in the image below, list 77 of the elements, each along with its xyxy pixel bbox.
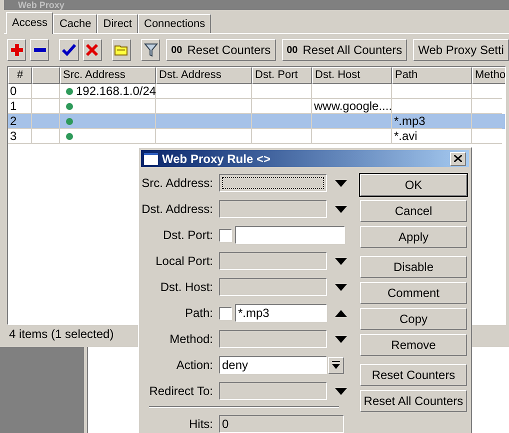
hits-field: 0 [219, 415, 344, 433]
dropdown-arrow-icon[interactable] [335, 206, 347, 212]
dialog-title: Web Proxy Rule <> [162, 150, 272, 168]
dropdown-arrow-icon[interactable] [335, 284, 347, 290]
window-icon [144, 152, 158, 164]
toolbar-button[interactable] [7, 39, 26, 61]
table-cell: *.avi [392, 129, 472, 144]
field-label: Dst. Address: [141, 201, 214, 218]
column-header[interactable]: # [8, 67, 32, 84]
dropdown-arrow-icon[interactable] [335, 258, 347, 264]
combo-field[interactable] [219, 200, 327, 218]
field-label: Src. Address: [141, 175, 214, 192]
dropdown-arrow-icon[interactable] [335, 180, 347, 186]
table-row[interactable]: 3 *.avi [8, 129, 505, 144]
dialog-button[interactable]: Reset All Counters [360, 390, 467, 412]
dialog-button[interactable]: Disable [360, 256, 467, 278]
dialog-button[interactable]: Apply [360, 226, 467, 248]
column-header[interactable]: Dst. Host [312, 67, 392, 84]
field-label: Dst. Host: [159, 279, 214, 296]
dialog-button[interactable]: Remove [360, 334, 467, 356]
table-cell: 3 [8, 129, 32, 144]
column-header[interactable]: Path [392, 67, 472, 84]
dropdown-arrow-icon[interactable] [335, 336, 347, 342]
window-title: Web Proxy [18, 0, 64, 10]
close-button[interactable] [450, 152, 466, 166]
toolbar-button[interactable]: 00 Reset Counters [166, 39, 276, 61]
combo-field[interactable] [219, 252, 327, 270]
toolbar-button[interactable] [112, 39, 131, 61]
combo-field[interactable] [219, 174, 327, 192]
column-header[interactable]: Src. Address [60, 67, 156, 84]
toolbar-button[interactable] [30, 39, 50, 61]
field-label: Dst. Port: [162, 227, 214, 244]
dropdown-arrow-icon [332, 360, 340, 370]
field-label: Path: [184, 305, 214, 322]
collapse-arrow-icon[interactable] [335, 310, 347, 316]
column-header[interactable] [32, 67, 60, 84]
field-label: Redirect To: [148, 383, 214, 400]
dialog-button[interactable]: Cancel [360, 200, 467, 222]
table-row[interactable]: 0 192.168.1.0/24 [8, 84, 505, 99]
plus-icon [10, 43, 24, 57]
tab[interactable]: Direct [97, 14, 138, 33]
field-label: Hits: [188, 416, 214, 433]
column-header[interactable]: Dst. Port [252, 67, 312, 84]
dropdown-arrow-icon[interactable] [335, 388, 347, 394]
select-field[interactable]: deny [219, 356, 327, 374]
dialog-button[interactable]: Copy [360, 308, 467, 330]
field-label: Local Port: [154, 253, 214, 270]
dropdown-button[interactable] [328, 356, 344, 374]
field-label: Action: [175, 357, 214, 374]
table-row[interactable]: 1 www.google.... [8, 99, 505, 114]
combo-field[interactable] [219, 382, 327, 400]
checkbox[interactable] [219, 306, 232, 320]
toolbar-button[interactable] [59, 39, 79, 61]
counter-icon: 00 [171, 42, 182, 58]
close-icon [454, 155, 462, 162]
toolbar-button[interactable] [140, 39, 160, 61]
toolbar-button[interactable] [82, 39, 102, 61]
toolbar-button[interactable]: Web Proxy Setti [413, 39, 509, 61]
input-field[interactable] [235, 226, 345, 244]
cross-icon [85, 43, 100, 57]
checkmark-icon [62, 43, 76, 57]
combo-field[interactable] [219, 278, 327, 296]
table-row[interactable]: 2 *.mp3 [8, 114, 505, 129]
dialog-button[interactable]: OK [360, 174, 467, 196]
dialog-button[interactable]: Comment [360, 282, 467, 304]
checkbox[interactable] [219, 228, 232, 242]
tab[interactable]: Connections [138, 14, 212, 33]
column-header[interactable]: Dst. Address [156, 67, 252, 84]
table-cell [252, 129, 312, 144]
filter-icon [144, 43, 158, 57]
toolbar-button[interactable]: 00 Reset All Counters [282, 39, 408, 61]
combo-field[interactable] [219, 330, 327, 348]
dialog-button[interactable]: Reset Counters [360, 364, 467, 386]
input-field[interactable]: *.mp3 [235, 304, 327, 322]
tab[interactable]: Access [6, 12, 54, 34]
counter-icon: 00 [286, 42, 298, 58]
tab[interactable]: Cache [53, 14, 98, 33]
